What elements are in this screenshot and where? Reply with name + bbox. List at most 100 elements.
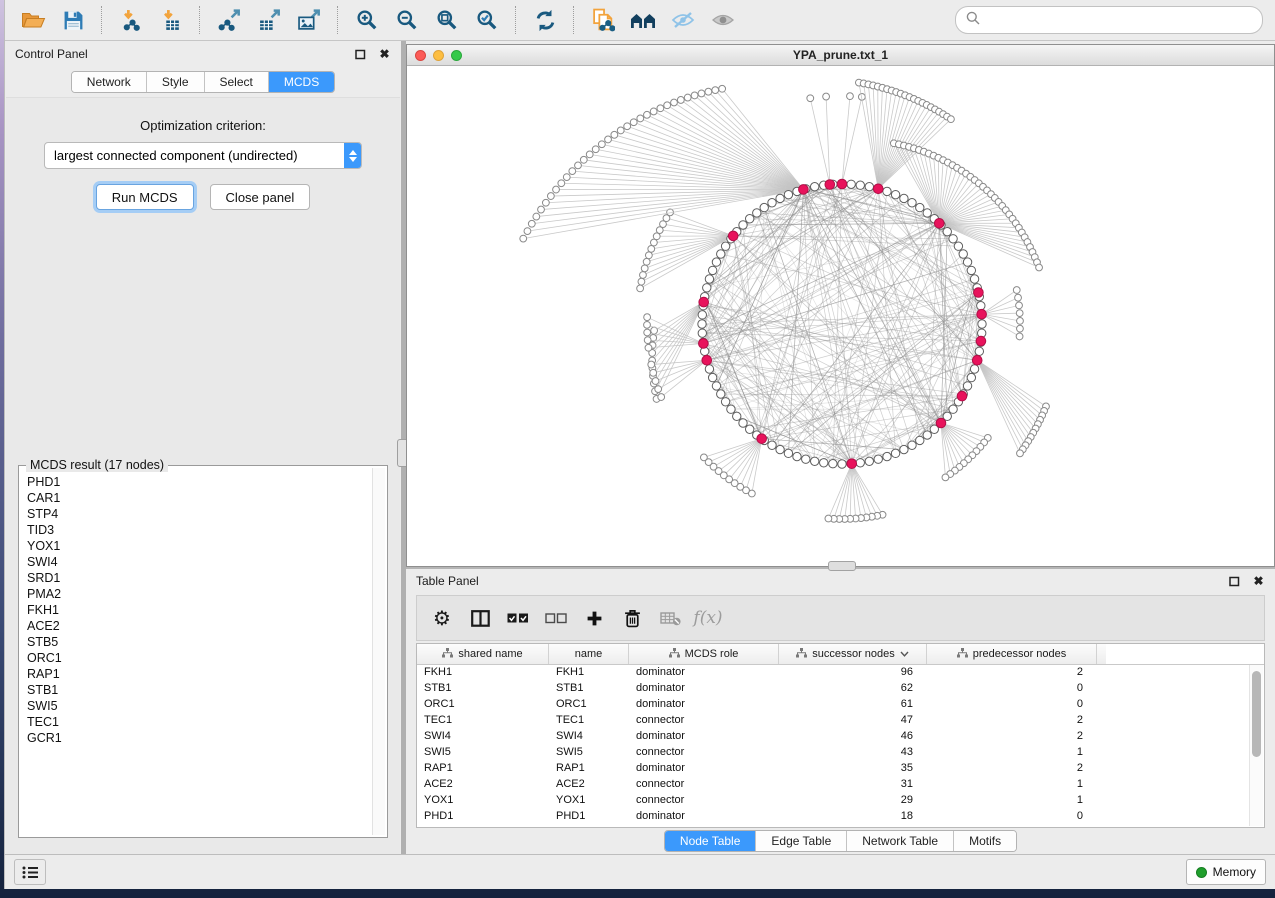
horizontal-splitter-handle[interactable] bbox=[828, 561, 856, 571]
network-node[interactable] bbox=[708, 373, 716, 381]
table-scrollbar-thumb[interactable] bbox=[1252, 671, 1261, 757]
network-node[interactable] bbox=[793, 452, 801, 460]
mcds-list-scrollbar[interactable] bbox=[372, 468, 385, 835]
network-node[interactable] bbox=[705, 275, 713, 283]
zoom-selected-icon[interactable] bbox=[467, 4, 507, 36]
add-icon[interactable] bbox=[575, 600, 613, 636]
network-node[interactable] bbox=[959, 250, 967, 258]
share-document-icon[interactable] bbox=[583, 4, 623, 36]
network-node[interactable] bbox=[923, 209, 931, 217]
close-table-panel-icon[interactable]: ✖ bbox=[1252, 575, 1265, 588]
mcds-result-item[interactable]: ORC1 bbox=[27, 650, 371, 666]
run-mcds-button[interactable]: Run MCDS bbox=[96, 184, 194, 210]
column-header-shared-name[interactable]: shared name bbox=[417, 644, 549, 664]
mcds-hub-node[interactable] bbox=[977, 309, 987, 319]
column-header-successor-nodes[interactable]: successor nodes bbox=[779, 644, 927, 664]
mcds-hub-node[interactable] bbox=[936, 418, 946, 428]
memory-button[interactable]: Memory bbox=[1186, 859, 1266, 885]
mcds-result-item[interactable]: GCR1 bbox=[27, 730, 371, 746]
network-node[interactable] bbox=[838, 460, 846, 468]
network-node[interactable] bbox=[943, 227, 951, 235]
search-input[interactable] bbox=[986, 12, 1252, 28]
export-image-icon[interactable] bbox=[289, 4, 329, 36]
mcds-hub-node[interactable] bbox=[934, 218, 944, 228]
show-all-icon[interactable] bbox=[703, 4, 743, 36]
mcds-hub-node[interactable] bbox=[825, 180, 835, 190]
network-node[interactable] bbox=[708, 266, 716, 274]
optimization-criterion-select[interactable]: largest connected component (undirected) bbox=[44, 142, 362, 169]
network-node[interactable] bbox=[900, 445, 908, 453]
network-node[interactable] bbox=[698, 311, 706, 319]
network-node[interactable] bbox=[784, 449, 792, 457]
network-node[interactable] bbox=[829, 460, 837, 468]
mcds-hub-node[interactable] bbox=[699, 339, 709, 349]
mcds-hub-node[interactable] bbox=[702, 355, 712, 365]
network-node[interactable] bbox=[923, 431, 931, 439]
network-node[interactable] bbox=[698, 320, 706, 328]
table-row[interactable]: SWI5SWI5connector431 bbox=[417, 744, 1248, 760]
network-node[interactable] bbox=[874, 455, 882, 463]
status-menu-button[interactable] bbox=[14, 859, 46, 885]
network-node[interactable] bbox=[970, 275, 978, 283]
search-box[interactable] bbox=[955, 6, 1263, 34]
close-panel-icon[interactable]: ✖ bbox=[378, 48, 391, 61]
mcds-result-item[interactable]: PHD1 bbox=[27, 474, 371, 490]
mcds-hub-node[interactable] bbox=[799, 185, 809, 195]
network-node[interactable] bbox=[856, 181, 864, 189]
first-neighbors-icon[interactable] bbox=[623, 4, 663, 36]
trash-icon[interactable] bbox=[613, 600, 651, 636]
network-node[interactable] bbox=[963, 382, 971, 390]
network-node[interactable] bbox=[865, 457, 873, 465]
zoom-in-icon[interactable] bbox=[347, 4, 387, 36]
mcds-result-item[interactable]: SRD1 bbox=[27, 570, 371, 586]
network-node[interactable] bbox=[698, 329, 706, 337]
float-table-panel-icon[interactable] bbox=[1228, 575, 1241, 588]
mcds-hub-node[interactable] bbox=[757, 434, 767, 444]
table-row[interactable]: TEC1TEC1connector472 bbox=[417, 712, 1248, 728]
network-node[interactable] bbox=[745, 215, 753, 223]
network-node[interactable] bbox=[967, 373, 975, 381]
network-node[interactable] bbox=[949, 235, 957, 243]
mcds-result-item[interactable]: CAR1 bbox=[27, 490, 371, 506]
network-node[interactable] bbox=[760, 203, 768, 211]
network-node[interactable] bbox=[810, 457, 818, 465]
import-table-icon[interactable] bbox=[151, 4, 191, 36]
mcds-result-item[interactable]: PMA2 bbox=[27, 586, 371, 602]
table-row[interactable]: YOX1YOX1connector291 bbox=[417, 792, 1248, 808]
mcds-hub-node[interactable] bbox=[873, 184, 883, 194]
network-node[interactable] bbox=[721, 242, 729, 250]
network-canvas[interactable] bbox=[407, 66, 1274, 566]
table-row[interactable]: SWI4SWI4dominator462 bbox=[417, 728, 1248, 744]
export-network-icon[interactable] bbox=[209, 4, 249, 36]
network-node[interactable] bbox=[721, 398, 729, 406]
network-node[interactable] bbox=[739, 419, 747, 427]
tab-node-table[interactable]: Node Table bbox=[665, 831, 757, 851]
network-node[interactable] bbox=[900, 194, 908, 202]
network-node[interactable] bbox=[970, 365, 978, 373]
network-node[interactable] bbox=[883, 452, 891, 460]
mcds-result-item[interactable]: ACE2 bbox=[27, 618, 371, 634]
network-node[interactable] bbox=[949, 405, 957, 413]
table-row[interactable]: FKH1FKH1dominator962 bbox=[417, 664, 1248, 680]
mcds-result-item[interactable]: RAP1 bbox=[27, 666, 371, 682]
network-node[interactable] bbox=[768, 199, 776, 207]
network-node[interactable] bbox=[739, 221, 747, 229]
tab-network-table[interactable]: Network Table bbox=[847, 831, 954, 851]
network-node[interactable] bbox=[776, 194, 784, 202]
mcds-hub-node[interactable] bbox=[699, 297, 709, 307]
table-scrollbar[interactable] bbox=[1249, 665, 1263, 826]
network-node[interactable] bbox=[891, 449, 899, 457]
mcds-hub-node[interactable] bbox=[972, 355, 982, 365]
network-node[interactable] bbox=[727, 405, 735, 413]
network-node[interactable] bbox=[891, 190, 899, 198]
network-node[interactable] bbox=[967, 266, 975, 274]
mcds-result-list[interactable]: PHD1CAR1STP4TID3YOX1SWI4SRD1PMA2FKH1ACE2… bbox=[21, 474, 371, 835]
column-header-name[interactable]: name bbox=[549, 644, 629, 664]
mcds-hub-node[interactable] bbox=[728, 231, 738, 241]
network-node[interactable] bbox=[802, 455, 810, 463]
network-node[interactable] bbox=[705, 365, 713, 373]
zoom-out-icon[interactable] bbox=[387, 4, 427, 36]
import-network-icon[interactable] bbox=[111, 4, 151, 36]
network-node[interactable] bbox=[975, 347, 983, 355]
mcds-result-item[interactable]: STP4 bbox=[27, 506, 371, 522]
